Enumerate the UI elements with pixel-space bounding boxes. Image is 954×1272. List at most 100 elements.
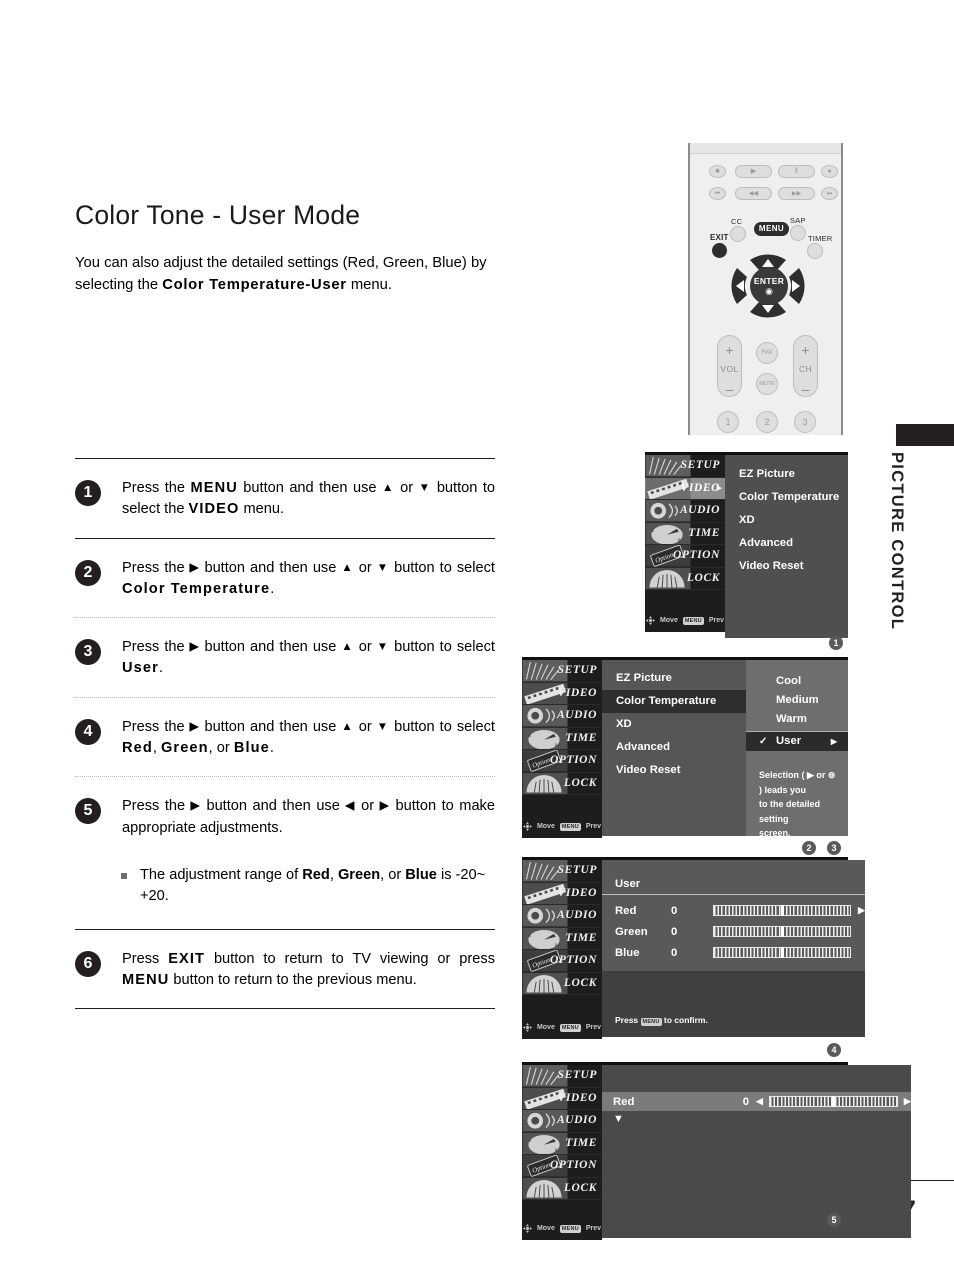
osd4-slider-red[interactable]: Red 0 ◀ ▶ [602,1092,911,1111]
s2-pre: Press the [122,559,190,576]
s6-exit-key: EXIT [168,950,206,967]
slider-knob[interactable] [781,926,784,937]
osd2-menu-item-time[interactable]: 6 9 TIME [522,727,602,750]
osd3-slider-red[interactable]: Red 0 ▶ [602,900,865,921]
osd2-option-cool[interactable]: Cool [746,672,848,691]
osd4-menu-item-lock[interactable]: LOCK [522,1177,602,1200]
cc-button[interactable] [730,226,746,242]
osd3-slider-blue[interactable]: Blue 0 [602,942,865,963]
osd1-hint-move: Move [659,617,678,624]
osd3-menu-item-lock[interactable]: LOCK [522,972,602,995]
osd2-menu-item-option[interactable]: Option OPTION [522,750,602,773]
osd2-item-xd[interactable]: XD [602,713,746,736]
previous-track-button[interactable]: ⏮ [709,187,726,200]
osd2-menu-item-video[interactable]: VIDEO [522,682,602,705]
slider-knob[interactable] [831,1096,835,1107]
enter-button[interactable]: ENTER ◉ [750,267,788,305]
next-track-button[interactable]: ⏭ [821,187,838,200]
play-button[interactable]: ▶ [735,165,772,178]
navigation-dpad[interactable]: ENTER ◉ [723,246,813,326]
slider-knob[interactable] [781,947,784,958]
osd2-item-video-reset[interactable]: Video Reset [602,759,746,782]
osd3-menu-item-option[interactable]: Option OPTION [522,950,602,973]
osd2-option-user[interactable]: ✓ User ▶ [746,732,848,751]
menu-button[interactable]: MENU [754,222,789,236]
osd3-confirm-hint: Press MENU to confirm. [615,1015,708,1026]
osd2-item-color-temperature[interactable]: Color Temperature [602,690,746,713]
osd1-menu-item-audio[interactable]: AUDIO [645,500,725,523]
step-marker-3: 3 [827,841,841,855]
numeric-button-2[interactable]: 2 [756,411,778,433]
record-button[interactable]: ● [821,165,838,178]
remote-control-illustration: ■ ▶ ‖ ● ⏮ ◀◀ ▶▶ ⏭ CC MENU SAP TIMER EXIT… [688,143,843,435]
osd2-menu-item-lock[interactable]: LOCK [522,772,602,795]
osd1-menu-item-setup[interactable]: SETUP [645,455,725,478]
slider-knob[interactable] [781,905,784,916]
osd2-option-warm[interactable]: Warm [746,710,848,729]
osd3-menu-item-audio[interactable]: AUDIO [522,905,602,928]
osd2-item-ez-picture[interactable]: EZ Picture [602,667,746,690]
osd2-option-medium[interactable]: Medium [746,691,848,710]
section-label-picture-control: PICTURE CONTROL [888,452,906,631]
osd1-menu-item-option[interactable]: Option OPTION [645,545,725,568]
left-caret-icon[interactable]: ◀ [756,1096,763,1107]
osd3-menu-item-time[interactable]: 6 9 TIME [522,927,602,950]
s4-green-term: Green [160,740,209,757]
osd2-menu-item-setup[interactable]: SETUP [522,660,602,683]
osd3-label-audio: AUDIO [556,909,597,921]
step-3: 3 Press the ▶ button and then use ▲ or ▼… [75,618,495,697]
osd4-label-lock: LOCK [563,1181,597,1194]
osd1-hint-bar: Move MENU Prev [645,616,725,625]
osd4-menu-item-video[interactable]: VIDEO [522,1087,602,1110]
favorite-button[interactable]: FAV [756,342,778,364]
osd3-slider-blue-bar[interactable] [713,947,851,958]
stop-button[interactable]: ■ [709,165,726,178]
osd3-menu-item-setup[interactable]: SETUP [522,860,602,883]
osd3-slider-red-bar[interactable] [713,905,851,916]
article-intro: Color Tone - User Mode You can also adju… [75,200,495,297]
osd4-label-audio: AUDIO [556,1114,597,1126]
osd4-menu-column: SETUP VIDEO AUDIO 6 9 TIME Option OPTION… [522,1065,602,1240]
osd1-menu-item-time[interactable]: 6 9 TIME [645,522,725,545]
osd1-menu-item-lock[interactable]: LOCK [645,567,725,590]
osd3-slider-green[interactable]: Green 0 [602,921,865,942]
remote-top-strip [690,143,841,154]
osd1-item-advanced[interactable]: Advanced [725,532,848,555]
sap-button[interactable] [790,225,806,241]
right-caret-icon[interactable]: ▶ [904,1096,911,1107]
osd4-body: SETUP VIDEO AUDIO 6 9 TIME Option OPTION… [522,1065,911,1240]
pause-button[interactable]: ‖ [778,165,815,178]
channel-rocker[interactable]: + CH – [793,335,818,397]
osd4-slider-red-bar[interactable] [768,1096,898,1107]
channel-down-icon: – [801,381,810,397]
osd2-item-advanced[interactable]: Advanced [602,736,746,759]
fast-forward-button[interactable]: ▶▶ [778,187,815,200]
osd1-menu-item-video[interactable]: VIDEO ▶ [645,477,725,500]
osd3-hint-menu-badge: MENU [559,1023,581,1032]
osd1-menu-column: SETUP VIDEO ▶ AUDIO 6 9 TIME Option OPTI… [645,455,725,632]
osd3-menu-item-video[interactable]: VIDEO [522,882,602,905]
osd1-item-video-reset[interactable]: Video Reset [725,555,848,578]
mute-button[interactable]: MUTE [756,373,778,395]
osd3-slider-green-bar[interactable] [713,926,851,937]
numeric-button-1[interactable]: 1 [717,411,739,433]
s4-pre: Press the [122,718,190,735]
osd4-menu-item-time[interactable]: 6 9 TIME [522,1132,602,1155]
osd4-menu-item-option[interactable]: Option OPTION [522,1155,602,1178]
s1-or: or [394,480,419,496]
osd2-menu-column: SETUP VIDEO AUDIO 6 9 TIME Option OPTION… [522,660,602,838]
rewind-button[interactable]: ◀◀ [735,187,772,200]
osd2-menu-item-audio[interactable]: AUDIO [522,705,602,728]
volume-rocker[interactable]: + VOL – [717,335,742,397]
osd4-menu-item-setup[interactable]: SETUP [522,1065,602,1088]
osd1-item-color-temperature[interactable]: Color Temperature [725,486,848,509]
osd3-slider-green-label: Green [615,925,648,938]
numeric-button-3[interactable]: 3 [794,411,816,433]
osd4-menu-item-audio[interactable]: AUDIO [522,1110,602,1133]
osd4-hint-prev: Prev [585,1225,602,1232]
s1-menu-key: MENU [190,480,238,496]
osd1-hint-menu-badge: MENU [682,616,704,625]
timer-label: TIMER [808,234,833,243]
osd1-item-ez-picture[interactable]: EZ Picture [725,463,848,486]
osd1-item-xd[interactable]: XD [725,509,848,532]
